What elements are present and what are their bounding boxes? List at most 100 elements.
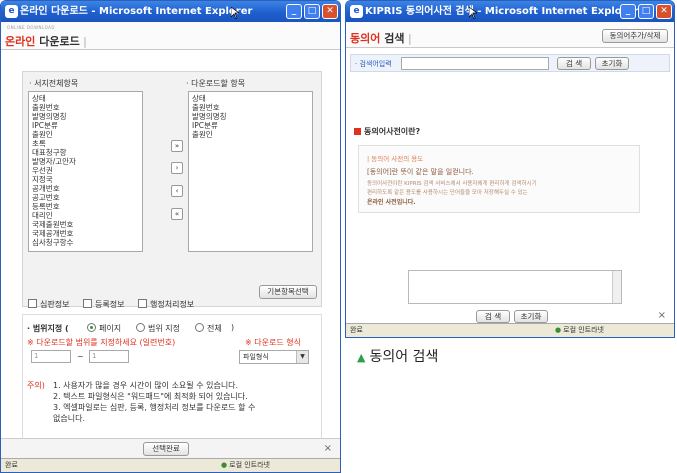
result-textarea[interactable] (408, 270, 622, 304)
move-all-left-button[interactable]: « (171, 208, 183, 220)
close-x-icon[interactable]: × (324, 443, 332, 454)
admin-info-checkbox[interactable] (138, 299, 147, 308)
footer-bar: 선택완료 × (1, 438, 340, 458)
maximize-button[interactable]: □ (304, 4, 320, 19)
minimize-button[interactable]: _ (286, 4, 302, 19)
all-radio-label: 전체 (207, 324, 222, 333)
registration-info-checkbox[interactable] (83, 299, 92, 308)
note-line: 없습니다. (53, 414, 85, 423)
list-item[interactable]: IPC분류 (32, 121, 139, 130)
list-item[interactable]: 지정국 (32, 175, 139, 184)
maximize-button[interactable]: □ (638, 4, 654, 19)
list-item[interactable]: IPC분류 (192, 121, 309, 130)
trial-info-label: 심판정보 (40, 300, 70, 309)
title-bar[interactable]: e 온라인 다운로드 - Microsoft Internet Explorer… (1, 1, 340, 22)
section-title: 동의어사전이란? (364, 127, 421, 136)
close-button[interactable]: ✕ (322, 4, 338, 19)
format-select[interactable]: 파일형식 ▼ (239, 350, 309, 364)
basic-items-button[interactable]: 기본항목선택 (259, 285, 317, 299)
list-item[interactable]: 등록번호 (32, 202, 139, 211)
list-item[interactable]: 공고번호 (32, 193, 139, 202)
page-radio[interactable] (87, 323, 96, 332)
trial-info-checkbox[interactable] (28, 299, 37, 308)
all-radio[interactable] (195, 323, 204, 332)
range-from-input[interactable]: 1 (31, 350, 71, 363)
list-item[interactable]: 공개번호 (32, 184, 139, 193)
window-title: 온라인 다운로드 - Microsoft Internet Explorer (20, 6, 253, 17)
synonym-window: e KIPRIS 동의어사전 검색 - Microsoft Internet E… (345, 0, 675, 338)
list-item[interactable]: 출원번호 (32, 103, 139, 112)
search-bar: · 검색어입력 검 색 초기화 (350, 54, 670, 72)
move-left-button[interactable]: ‹ (171, 185, 183, 197)
range-to-input[interactable]: 1 (89, 350, 129, 363)
ie-icon: e (350, 5, 363, 18)
list-item[interactable]: 발명자/고안자 (32, 157, 139, 166)
synonym-add-delete-button[interactable]: 동의어추가/삭제 (602, 29, 668, 43)
download-window: e 온라인 다운로드 - Microsoft Internet Explorer… (0, 0, 341, 473)
page-title: 온라인 다운로드 | (5, 35, 87, 48)
list-item[interactable]: 대리인 (32, 211, 139, 220)
list-item[interactable]: 상태 (192, 94, 309, 103)
figure-caption: ▲ 동의어 검색 (357, 349, 439, 365)
field-selection-panel: · 서지전체항목 · 다운로드할 항목 상태 출원번호 발명의명칭 IPC분류 … (22, 71, 322, 307)
list-item[interactable]: 우선권 (32, 166, 139, 175)
brand-small-text: ONLINE DOWNLOAD (7, 25, 55, 30)
info-line: 편리하도록 같은 용도를 사용하시는 단어들을 모아 저장해두실 수 있는 (367, 190, 528, 196)
mouse-cursor-icon (469, 7, 477, 19)
admin-info-label: 행정처리정보 (150, 300, 195, 309)
bottom-search-button[interactable]: 검 색 (476, 310, 510, 323)
reset-button[interactable]: 초기화 (595, 57, 629, 70)
format-note: ※ 다운로드 형식 (245, 338, 301, 347)
zone-text: 로컬 인트라넷 (221, 459, 270, 472)
search-input[interactable] (401, 57, 549, 70)
search-button[interactable]: 검 색 (557, 57, 591, 70)
page-header: 동의어 검색 | 동의어추가/삭제 (346, 22, 674, 48)
range-separator: ~ (77, 352, 84, 361)
move-all-right-button[interactable]: » (171, 140, 183, 152)
info-line: 동의어사전이란 KIPRIS 검색 서비스에서 사용자에게 편리하게 검색하시기 (367, 181, 537, 187)
list-item[interactable]: 출원인 (192, 130, 309, 139)
page-title: 동의어 검색 | (350, 32, 412, 45)
range-label: · 범위지정 ( (27, 324, 69, 333)
page-header: ONLINE DOWNLOAD 온라인 다운로드 | (1, 22, 340, 50)
download-fields-list[interactable]: 상태 출원번호 발명의명칭 IPC분류 출원인 (188, 91, 313, 252)
range-note: ※ 다운로드할 범위를 지정하세요 (일련번호) (27, 338, 176, 347)
close-x-icon[interactable]: × (658, 310, 666, 321)
list-item[interactable]: 심사청구항수 (32, 238, 139, 247)
status-bar: 완료 로컬 인트라넷 (346, 323, 674, 337)
status-text: 완료 (5, 461, 18, 469)
complete-selection-button[interactable]: 선택완료 (143, 442, 189, 456)
note-line: 3. 엑셀파일로는 심판, 등록, 행정처리 정보를 다운로드 할 수 (53, 403, 256, 412)
bottom-reset-button[interactable]: 초기화 (514, 310, 548, 323)
range-close-paren: ) (231, 323, 235, 332)
list-item[interactable]: 출원번호 (192, 103, 309, 112)
info-heading: | 동의어 사전의 용도 (367, 155, 424, 163)
status-bar: 완료 로컬 인트라넷 (1, 458, 340, 472)
scrollbar[interactable] (612, 271, 621, 303)
list-item[interactable]: 출원인 (32, 130, 139, 139)
move-right-button[interactable]: › (171, 162, 183, 174)
title-bar[interactable]: e KIPRIS 동의어사전 검색 - Microsoft Internet E… (346, 1, 674, 22)
mouse-cursor-icon (231, 7, 239, 19)
download-fields-label: · 다운로드할 항목 (186, 79, 246, 88)
zone-text: 로컬 인트라넷 (555, 324, 604, 337)
note-line: 1. 사용자가 많을 경우 시간이 많이 소요될 수 있습니다. (53, 381, 239, 390)
chevron-down-icon: ▼ (296, 351, 308, 363)
list-item[interactable]: 발명의명칭 (192, 112, 309, 121)
all-fields-list[interactable]: 상태 출원번호 발명의명칭 IPC분류 출원인 초록 대표청구항 발명자/고안자… (28, 91, 143, 252)
list-item[interactable]: 상태 (32, 94, 139, 103)
list-item[interactable]: 국제출원번호 (32, 220, 139, 229)
minimize-button[interactable]: _ (620, 4, 636, 19)
list-item[interactable]: 발명의명칭 (32, 112, 139, 121)
triangle-icon: ▲ (357, 351, 366, 364)
close-button[interactable]: ✕ (656, 4, 672, 19)
window-title: KIPRIS 동의어사전 검색 - Microsoft Internet Exp… (365, 6, 639, 17)
info-line: [동의어]란 뜻이 같은 말을 일컫니다. (367, 168, 474, 176)
note-line: 2. 텍스트 파일형식은 "워드패드"에 최적화 되어 있습니다. (53, 392, 248, 401)
list-item[interactable]: 국제공개번호 (32, 229, 139, 238)
list-item[interactable]: 대표청구항 (32, 148, 139, 157)
range-radio[interactable] (136, 323, 145, 332)
range-panel: · 범위지정 ( 페이지 범위 지정 전체 ) ※ 다운로드할 범위를 지정하세… (22, 314, 322, 442)
list-item[interactable]: 초록 (32, 139, 139, 148)
info-line: 온라인 사전입니다. (367, 199, 416, 206)
